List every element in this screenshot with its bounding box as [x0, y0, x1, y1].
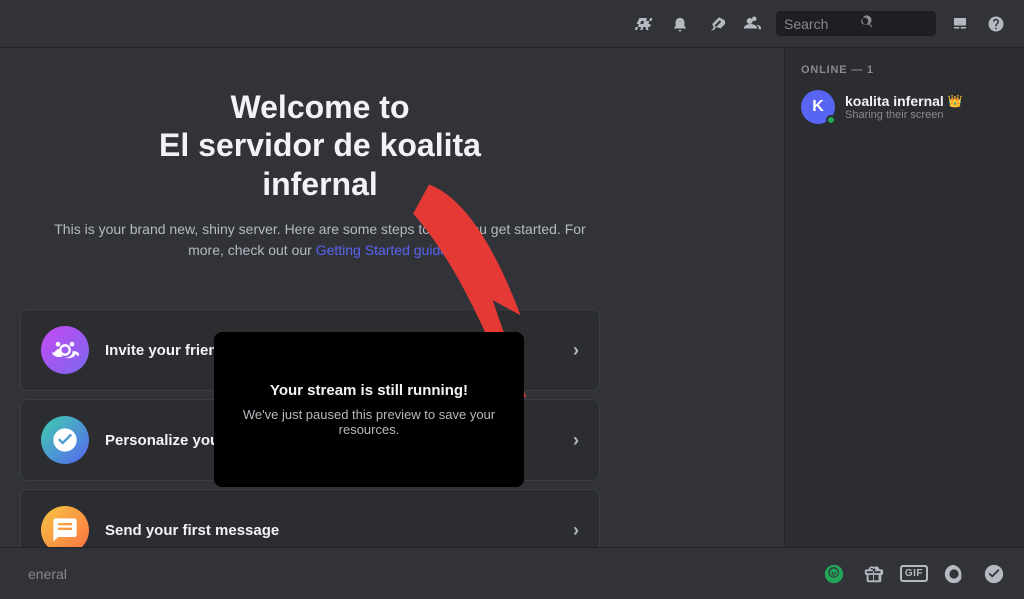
gift-button[interactable] [860, 560, 888, 588]
inbox-icon[interactable] [948, 12, 972, 36]
right-sidebar: ONLINE — 1 K koalita infernal 👑 Sharing … [784, 48, 1024, 547]
send-message-label: Send your first message [105, 522, 557, 539]
user-avatar: K [801, 90, 835, 124]
help-icon[interactable] [984, 12, 1008, 36]
bell-icon[interactable] [668, 12, 692, 36]
personalize-icon [41, 416, 89, 464]
hashtag-icon[interactable] [632, 12, 656, 36]
welcome-area: Welcome to El servidor de koalita infern… [0, 48, 640, 309]
welcome-title: Welcome to El servidor de koalita infern… [40, 88, 600, 203]
online-status-dot [826, 115, 836, 125]
main-layout: Welcome to El servidor de koalita infern… [0, 48, 1024, 547]
online-header: ONLINE — 1 [793, 64, 1016, 84]
user-name: koalita infernal 👑 [845, 93, 963, 109]
pin-icon[interactable] [704, 12, 728, 36]
bottom-left: eneral [16, 566, 808, 582]
emoji-picker-button[interactable] [980, 560, 1008, 588]
toolbar: Search [0, 0, 1024, 48]
center-content: Welcome to El servidor de koalita infern… [0, 48, 784, 547]
sticker-button[interactable] [940, 560, 968, 588]
user-info: koalita infernal 👑 Sharing their screen [845, 93, 963, 121]
gif-button[interactable]: GIF [900, 565, 928, 582]
search-icon [860, 15, 928, 32]
user-status: Sharing their screen [845, 109, 963, 121]
invite-icon [41, 326, 89, 374]
invite-chevron-icon: › [573, 340, 579, 361]
stream-title: Your stream is still running! [234, 382, 504, 399]
user-list-item[interactable]: K koalita infernal 👑 Sharing their scree… [793, 84, 1016, 130]
crown-icon: 👑 [948, 94, 963, 108]
stream-subtitle: We've just paused this preview to save y… [234, 407, 504, 437]
emoji-button[interactable] [820, 560, 848, 588]
message-chevron-icon: › [573, 520, 579, 541]
send-message-card[interactable]: Send your first message › [20, 489, 600, 547]
bottom-bar: eneral GIF [0, 547, 1024, 599]
personalize-chevron-icon: › [573, 430, 579, 451]
message-icon [41, 506, 89, 547]
search-placeholder: Search [784, 16, 852, 32]
channel-name: eneral [28, 566, 67, 582]
members-icon[interactable] [740, 12, 764, 36]
getting-started-link[interactable]: Getting Started guide [316, 242, 448, 258]
stream-content: Your stream is still running! We've just… [214, 332, 524, 487]
stream-preview[interactable]: Your stream is still running! We've just… [214, 332, 524, 487]
welcome-subtitle: This is your brand new, shiny server. He… [40, 219, 600, 261]
search-bar[interactable]: Search [776, 11, 936, 36]
